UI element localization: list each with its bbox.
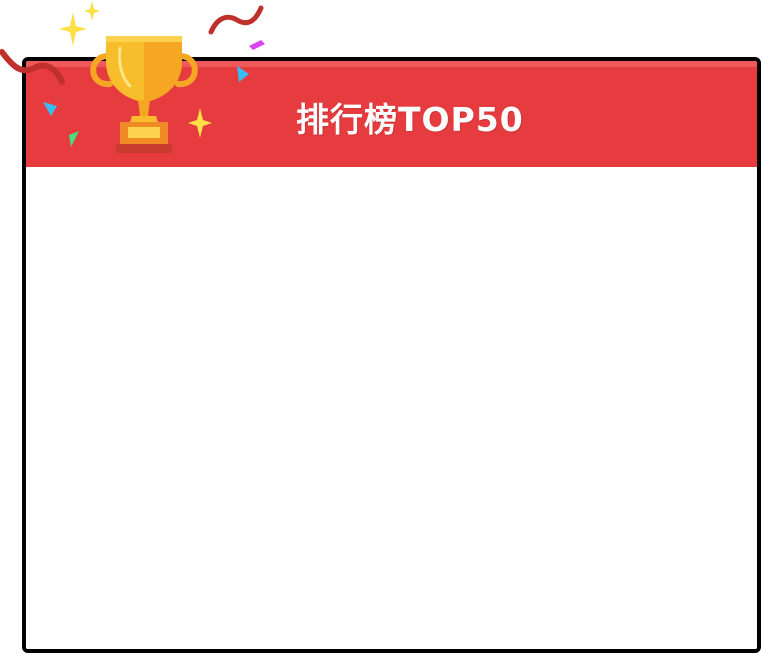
confetti-icon xyxy=(69,131,79,147)
confetti-icon xyxy=(249,40,265,50)
confetti-icon xyxy=(0,48,70,88)
sparkle-icon xyxy=(84,1,100,21)
leaderboard-title: 排行榜TOP50 xyxy=(296,100,524,139)
leaderboard-content xyxy=(26,167,757,649)
sparkle-icon xyxy=(188,108,212,138)
confetti-icon xyxy=(237,66,249,82)
trophy-icon xyxy=(88,34,200,158)
confetti-icon xyxy=(207,4,265,36)
confetti-icon xyxy=(43,102,57,116)
sparkle-icon xyxy=(59,12,87,46)
